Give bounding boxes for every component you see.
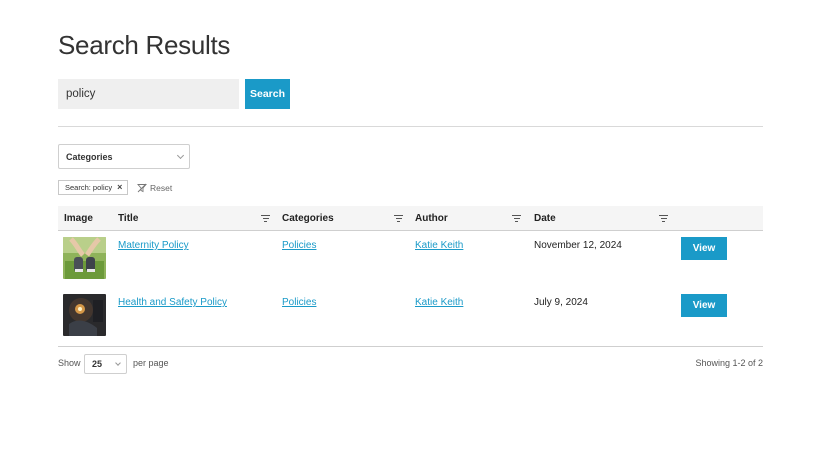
- view-button[interactable]: View: [681, 294, 727, 317]
- row-title-link[interactable]: Maternity Policy: [118, 240, 189, 251]
- row-title-link[interactable]: Health and Safety Policy: [118, 297, 227, 308]
- chevron-down-icon: [176, 151, 185, 159]
- filter-off-icon: [137, 183, 147, 192]
- column-header-title[interactable]: Title: [118, 206, 138, 230]
- per-page-label: per page: [133, 358, 169, 368]
- column-header-date[interactable]: Date: [534, 206, 556, 230]
- search-bar: Search: [58, 79, 290, 109]
- per-page-value: 25: [92, 359, 103, 369]
- chevron-down-icon: [115, 359, 121, 366]
- row-date: November 12, 2024: [534, 240, 622, 251]
- categories-dropdown[interactable]: Categories: [58, 144, 190, 169]
- view-button[interactable]: View: [681, 237, 727, 260]
- results-count: Showing 1-2 of 2: [695, 358, 763, 368]
- sort-filter-icon[interactable]: [659, 215, 668, 224]
- row-category-link[interactable]: Policies: [282, 297, 316, 308]
- table-row: Maternity Policy Policies Katie Keith No…: [58, 232, 763, 289]
- search-button[interactable]: Search: [245, 79, 290, 109]
- active-filter-chip[interactable]: Search: policy ×: [58, 180, 129, 195]
- search-input[interactable]: [58, 79, 239, 109]
- active-filter-label: Search: policy: [65, 183, 113, 192]
- sort-filter-icon[interactable]: [512, 215, 521, 224]
- row-author-link[interactable]: Katie Keith: [415, 240, 463, 251]
- column-header-categories[interactable]: Categories: [282, 206, 334, 230]
- table-row: Health and Safety Policy Policies Katie …: [58, 289, 763, 346]
- row-date: July 9, 2024: [534, 297, 588, 308]
- column-header-author[interactable]: Author: [415, 206, 448, 230]
- row-category-link[interactable]: Policies: [282, 240, 316, 251]
- sort-filter-icon[interactable]: [394, 215, 403, 224]
- reset-label: Reset: [150, 182, 173, 193]
- dark-candle-photo: [63, 294, 106, 336]
- close-icon[interactable]: ×: [117, 183, 122, 192]
- divider: [58, 126, 763, 127]
- categories-dropdown-label: Categories: [66, 151, 113, 162]
- show-label: Show: [58, 358, 81, 368]
- sort-filter-icon[interactable]: [261, 215, 270, 224]
- column-header-image: Image: [64, 212, 93, 224]
- row-author-link[interactable]: Katie Keith: [415, 297, 463, 308]
- reset-button[interactable]: Reset: [137, 180, 172, 195]
- divider: [58, 346, 763, 347]
- baby-shoes-photo: [63, 237, 106, 279]
- table-header: Image Title Categories Author Date: [58, 206, 763, 231]
- per-page-dropdown[interactable]: 25: [84, 354, 127, 374]
- page-title: Search Results: [58, 30, 231, 60]
